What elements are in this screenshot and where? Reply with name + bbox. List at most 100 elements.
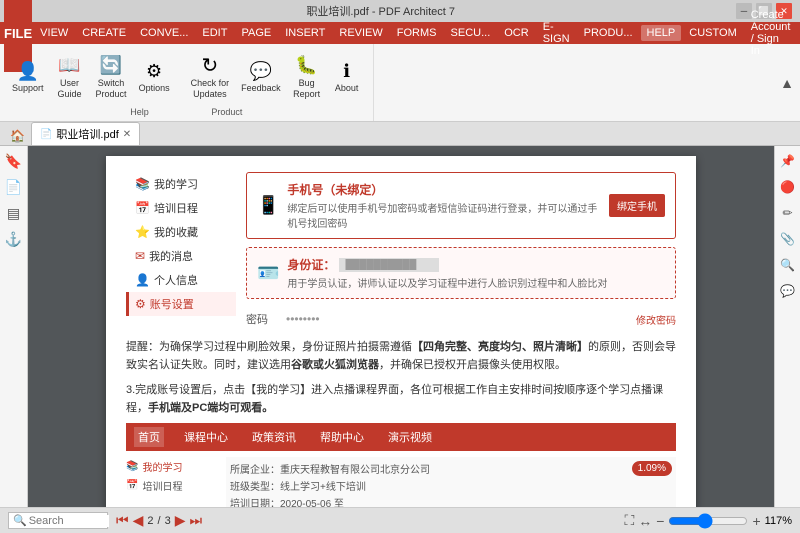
nav-my-learning[interactable]: 📚 我的学习 [126, 172, 236, 196]
sidebar-tool-layers[interactable]: ▤ [3, 202, 25, 224]
account-icon: ⚙ [135, 297, 146, 311]
fit-page-button[interactable]: ⛶ [624, 512, 634, 529]
sidebar-tool-page[interactable]: 📄 [3, 176, 25, 198]
nav-first-button[interactable]: ⏮ [116, 512, 129, 529]
bug-report-icon: 🐛 [295, 54, 319, 78]
my-learning-icon: 📚 [135, 177, 150, 191]
nav-account-settings[interactable]: ⚙ 账号设置 [126, 292, 236, 316]
bn-home[interactable]: 首页 [134, 427, 164, 447]
menu-forms[interactable]: FORMS [391, 25, 443, 41]
menu-insert[interactable]: INSERT [279, 25, 331, 41]
switch-product-button[interactable]: 🔄 SwitchProduct [92, 52, 131, 102]
pbc-learning-icon: 📚 [126, 461, 138, 472]
menu-review[interactable]: REVIEW [333, 25, 388, 41]
pbc-left-nav: 📚 我的学习 📅 培训日程 [126, 457, 216, 507]
support-label: Support [12, 83, 44, 94]
id-desc: 用于学员认证，讲师认证以及学习证程中进行人脸识别过程中和人脸比对 [287, 275, 665, 290]
nav-last-button[interactable]: ⏭ [189, 512, 202, 529]
ribbon-collapse-button[interactable]: ▲ [780, 75, 794, 91]
zoom-in-button[interactable]: + [752, 513, 760, 529]
fit-width-button[interactable]: ↔ [638, 513, 652, 529]
tab-close-button[interactable]: ✕ [123, 129, 131, 140]
nav-training-label: 培训日程 [154, 200, 198, 216]
progress-badge: 1.09% [632, 461, 672, 476]
pbc-training[interactable]: 📅 培训日程 [126, 476, 216, 495]
bold-device-text: 手机端及PC端均可观看。 [148, 402, 273, 414]
menu-security[interactable]: SECU... [445, 25, 497, 41]
tab-bar: 🏠 📄 职业培训.pdf ✕ [0, 122, 800, 146]
menu-esign[interactable]: E-SIGN [537, 19, 576, 47]
right-tool-1[interactable]: 📌 [777, 150, 799, 172]
menu-view[interactable]: VIEW [34, 25, 74, 41]
feedback-label: Feedback [241, 83, 281, 94]
nav-prev-button[interactable]: ◀ [133, 512, 144, 529]
pbc-company-row: 所属企业：重庆天程教智有限公司北京分公司 1.09% [230, 461, 672, 476]
bind-phone-button[interactable]: 绑定手机 [609, 194, 665, 217]
document-view: 📚 我的学习 📅 培训日程 ⭐ 我的收藏 ✉ 我的消息 [28, 146, 774, 507]
document-tab[interactable]: 📄 职业培训.pdf ✕ [31, 122, 140, 145]
menu-products[interactable]: PRODU... [578, 25, 639, 41]
pdf-icon: 📄 [40, 129, 52, 140]
support-button[interactable]: 👤 Support [8, 57, 48, 96]
menu-create[interactable]: CREATE [76, 25, 132, 41]
user-guide-button[interactable]: 📖 UserGuide [52, 52, 88, 102]
menu-custom[interactable]: CUSTOM [683, 25, 742, 41]
menu-help[interactable]: HELP [641, 25, 682, 41]
right-tool-4[interactable]: 📎 [777, 228, 799, 250]
phone-title: 手机号（未绑定） [287, 181, 601, 198]
zoom-controls: ⛶ ↔ − + 117% [624, 512, 792, 529]
nav-messages[interactable]: ✉ 我的消息 [126, 244, 236, 268]
pdf-bottom-nav: 首页 课程中心 政策资讯 帮助中心 演示视频 [126, 423, 676, 451]
menu-page[interactable]: PAGE [235, 25, 277, 41]
password-label: 密码 [246, 311, 268, 327]
about-button[interactable]: ℹ About [329, 57, 365, 96]
right-tool-3[interactable]: ✏ [777, 202, 799, 224]
menu-convert[interactable]: CONVE... [134, 25, 194, 41]
feedback-button[interactable]: 💬 Feedback [237, 57, 285, 96]
pbc-right-content: 所属企业：重庆天程教智有限公司北京分公司 1.09% 班级类型：线上学习+线下培… [226, 457, 676, 507]
pbc-learning-label: 我的学习 [142, 459, 182, 474]
id-input-field[interactable] [339, 258, 439, 272]
options-button[interactable]: ⚙ Options [135, 57, 174, 96]
navigation-controls: ⏮ ◀ 2 / 3 ▶ ⏭ [116, 512, 202, 529]
ribbon-help-group: 👤 Support 📖 UserGuide 🔄 SwitchProduct ⚙ … [0, 44, 374, 121]
nav-profile[interactable]: 👤 个人信息 [126, 268, 236, 292]
bn-demo[interactable]: 演示视频 [384, 427, 436, 447]
menu-ocr[interactable]: OCR [498, 25, 534, 41]
bn-courses[interactable]: 课程中心 [180, 427, 232, 447]
bn-help[interactable]: 帮助中心 [316, 427, 368, 447]
bug-report-button[interactable]: 🐛 BugReport [289, 52, 325, 102]
zoom-slider[interactable] [668, 515, 748, 527]
menu-bar: FILE VIEW CREATE CONVE... EDIT PAGE INSE… [0, 22, 800, 44]
menu-edit[interactable]: EDIT [196, 25, 233, 41]
ribbon-group-label: Help Product [130, 107, 242, 117]
about-icon: ℹ [335, 59, 359, 83]
nav-favorites-label: 我的收藏 [154, 224, 198, 240]
right-tool-5[interactable]: 🔍 [777, 254, 799, 276]
sidebar-tool-bookmark[interactable]: 🔖 [3, 150, 25, 172]
pbc-my-learning[interactable]: 📚 我的学习 [126, 457, 216, 476]
bug-report-label: BugReport [293, 78, 320, 100]
check-updates-button[interactable]: ↻ Check forUpdates [187, 52, 234, 102]
bn-policy[interactable]: 政策资讯 [248, 427, 300, 447]
modify-password-link[interactable]: 修改密码 [636, 312, 676, 327]
id-card: 🪪 身份证： 用于学员认证，讲师认证以及学习证程中进行人脸识别过程中和人脸比对 [246, 247, 676, 299]
nav-next-button[interactable]: ▶ [175, 512, 186, 529]
reminder-text: 提醒：为确保学习过程中刷脸效果，身份证照片拍摄需遵循【四角完整、亮度均匀、照片清… [126, 339, 676, 374]
pbc-type-row: 班级类型：线上学习+线下培训 [230, 478, 672, 493]
highlight-text: 【四角完整、亮度均匀、照片清晰】 [412, 341, 588, 353]
sidebar-tool-anchor[interactable]: ⚓ [3, 228, 25, 250]
nav-training-schedule[interactable]: 📅 培训日程 [126, 196, 236, 220]
search-input[interactable] [29, 515, 109, 527]
nav-favorites[interactable]: ⭐ 我的收藏 [126, 220, 236, 244]
check-updates-label: Check forUpdates [191, 78, 230, 100]
right-tool-2[interactable]: 🔴 [777, 176, 799, 198]
home-tab-icon[interactable]: 🏠 [4, 127, 31, 145]
pbc-type: 班级类型：线上学习+线下培训 [230, 478, 366, 493]
main-area: 🔖 📄 ▤ ⚓ 📚 我的学习 📅 培训日程 [0, 146, 800, 507]
zoom-out-button[interactable]: − [656, 513, 664, 529]
right-tool-6[interactable]: 💬 [777, 280, 799, 302]
messages-icon: ✉ [135, 249, 145, 263]
pdf-main-content: 📱 手机号（未绑定） 绑定后可以使用手机号加密码或者短信验证码进行登录，并可以通… [246, 172, 676, 331]
user-guide-icon: 📖 [58, 54, 82, 78]
